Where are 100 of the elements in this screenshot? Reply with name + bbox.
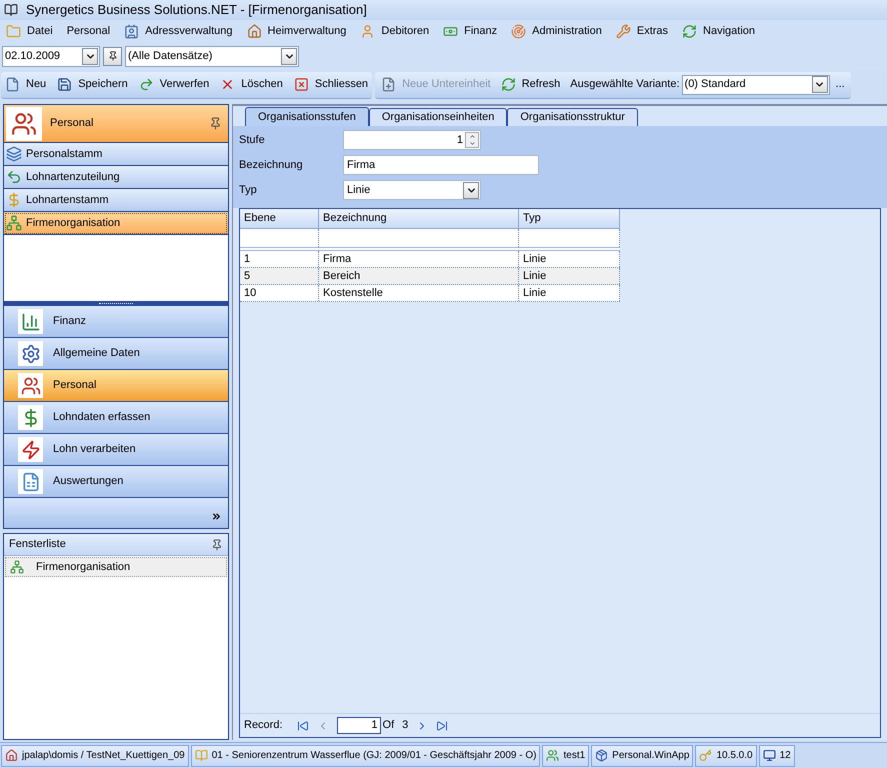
status-text: 01 - Seniorenzentrum Wasserflue (GJ: 2009/01 - Geschäftsjahr 2009 - O) [212,749,536,763]
more-button[interactable]: ... [836,76,845,93]
folder-icon [6,24,21,38]
menu-item[interactable]: Navigation [680,22,758,40]
of-label: Of [382,718,394,734]
down-icon [468,140,476,147]
navigation-button[interactable]: Personal [4,370,228,402]
menu-item[interactable]: Heimverwaltung [244,22,348,40]
status-text: Personal.WinApp [612,749,690,763]
menu-item[interactable]: Administration [509,22,604,40]
menu-item[interactable]: Datei [4,22,55,40]
sidebar-item[interactable]: Lohnartenstamm [4,189,228,212]
input-field[interactable]: Firma [343,155,539,175]
sidebar-item[interactable]: Firmenorganisation [4,212,228,235]
spin-button[interactable] [465,132,479,148]
file-icon [5,77,20,92]
chart-icon [20,312,40,332]
table-cell: Linie [519,268,620,284]
book-icon [4,3,18,17]
toolbar-button[interactable]: Schliessen [294,76,368,93]
field-label: Stufe [239,132,266,148]
people-icon [6,106,42,140]
table-cell: Linie [519,251,620,267]
column-header[interactable]: Bezeichnung [319,209,519,228]
document-icon [20,472,40,492]
table-cell: Linie [519,285,620,301]
status-text: jpalap\domis / TestNet_Kuettigen_09 [22,749,185,763]
type-dropdown[interactable]: Linie [343,180,481,200]
package-icon [595,749,608,762]
key-icon [699,749,712,762]
tab[interactable]: Organisationseinheiten [368,108,508,126]
save-icon [57,77,72,92]
people-icon [20,376,40,396]
menu-item[interactable]: Adressverwaltung [122,22,235,40]
navigation-button[interactable]: Finanz [4,306,228,338]
records-dropdown[interactable]: (Alle Datensätze) [125,46,299,66]
refresh-icon [500,77,516,92]
navigation-button[interactable]: Lohn verarbeiten [4,434,228,466]
dropdown-button[interactable] [281,48,297,64]
house-icon [246,24,262,38]
window-list-item[interactable]: Firmenorganisation [5,557,227,577]
toolbar-button[interactable]: Neu [5,76,46,93]
menu-item[interactable]: Finanz [441,22,500,40]
monitor-icon [762,749,776,762]
people-icon [546,749,560,762]
record-label: Record: [244,718,283,734]
first-record-button[interactable] [296,720,309,732]
pin-icon [211,538,223,550]
sidebar-item[interactable]: Personalstamm [4,143,228,166]
gear-icon [20,344,40,364]
table-cell: Firma [319,251,519,267]
up-icon [468,133,476,140]
navigation-button[interactable]: Lohndaten erfassen [4,402,228,434]
status-text: 10.5.0.0 [716,749,753,763]
last-record-button[interactable] [436,720,448,732]
tab[interactable]: Organisationsstruktur [507,108,638,126]
field-label: Bezeichnung [239,158,304,173]
dropdown-button[interactable] [82,48,98,64]
module-title: Personal [50,116,94,132]
house-icon [5,749,18,762]
navigation-button[interactable]: Allgemeine Daten [4,338,228,370]
close-icon [294,77,309,92]
date-field[interactable]: 02.10.2009 [2,46,100,66]
menu-item[interactable]: Personal [64,22,112,40]
dropdown-button[interactable] [463,182,479,198]
tab[interactable]: Organisationsstufen [245,107,369,126]
table-cell: 1 [240,251,319,267]
variant-dropdown[interactable]: (0) Standard [682,74,830,94]
table-cell: Bereich [319,268,519,284]
status-text: 12 [780,749,791,763]
record-field[interactable]: 1 [336,717,381,734]
dropdown-button[interactable] [812,76,828,93]
table-cell: 5 [240,268,319,284]
navigation-button[interactable]: Auswertungen [4,466,228,498]
column-header[interactable]: Typ [519,209,620,228]
pin-icon [108,51,118,61]
last-icon [436,720,448,732]
number-field[interactable]: 1 [343,130,481,150]
tree-icon [6,215,22,231]
menu-item[interactable]: Debitoren [358,22,432,40]
tree-icon [10,560,24,574]
column-header[interactable]: Ebene [240,209,319,228]
toolbar-button[interactable]: Verwerfen [138,76,210,93]
sidebar-item[interactable]: Lohnartenzuteilung [4,166,228,189]
variant-label: Ausgewählte Variante: [570,77,680,92]
toolbar-button[interactable]: Speichern [57,76,128,93]
first-icon [296,720,309,732]
address-book-icon [124,24,140,38]
menu-item[interactable]: Extras [614,22,670,40]
toolbar-button[interactable]: Löschen [220,76,283,93]
arrow-icon [138,77,154,92]
person-icon [360,24,376,38]
file-add-icon [381,77,396,92]
expand-icon[interactable] [211,511,222,522]
field-label: Typ [239,182,258,198]
table-cell: 10 [240,285,319,301]
toolbar-button[interactable]: Refresh [500,76,560,93]
pin-button[interactable] [103,46,122,66]
window-title: Synergetics Business Solutions.NET - [Firmenorganisation] [26,1,367,20]
book-icon [194,749,208,762]
